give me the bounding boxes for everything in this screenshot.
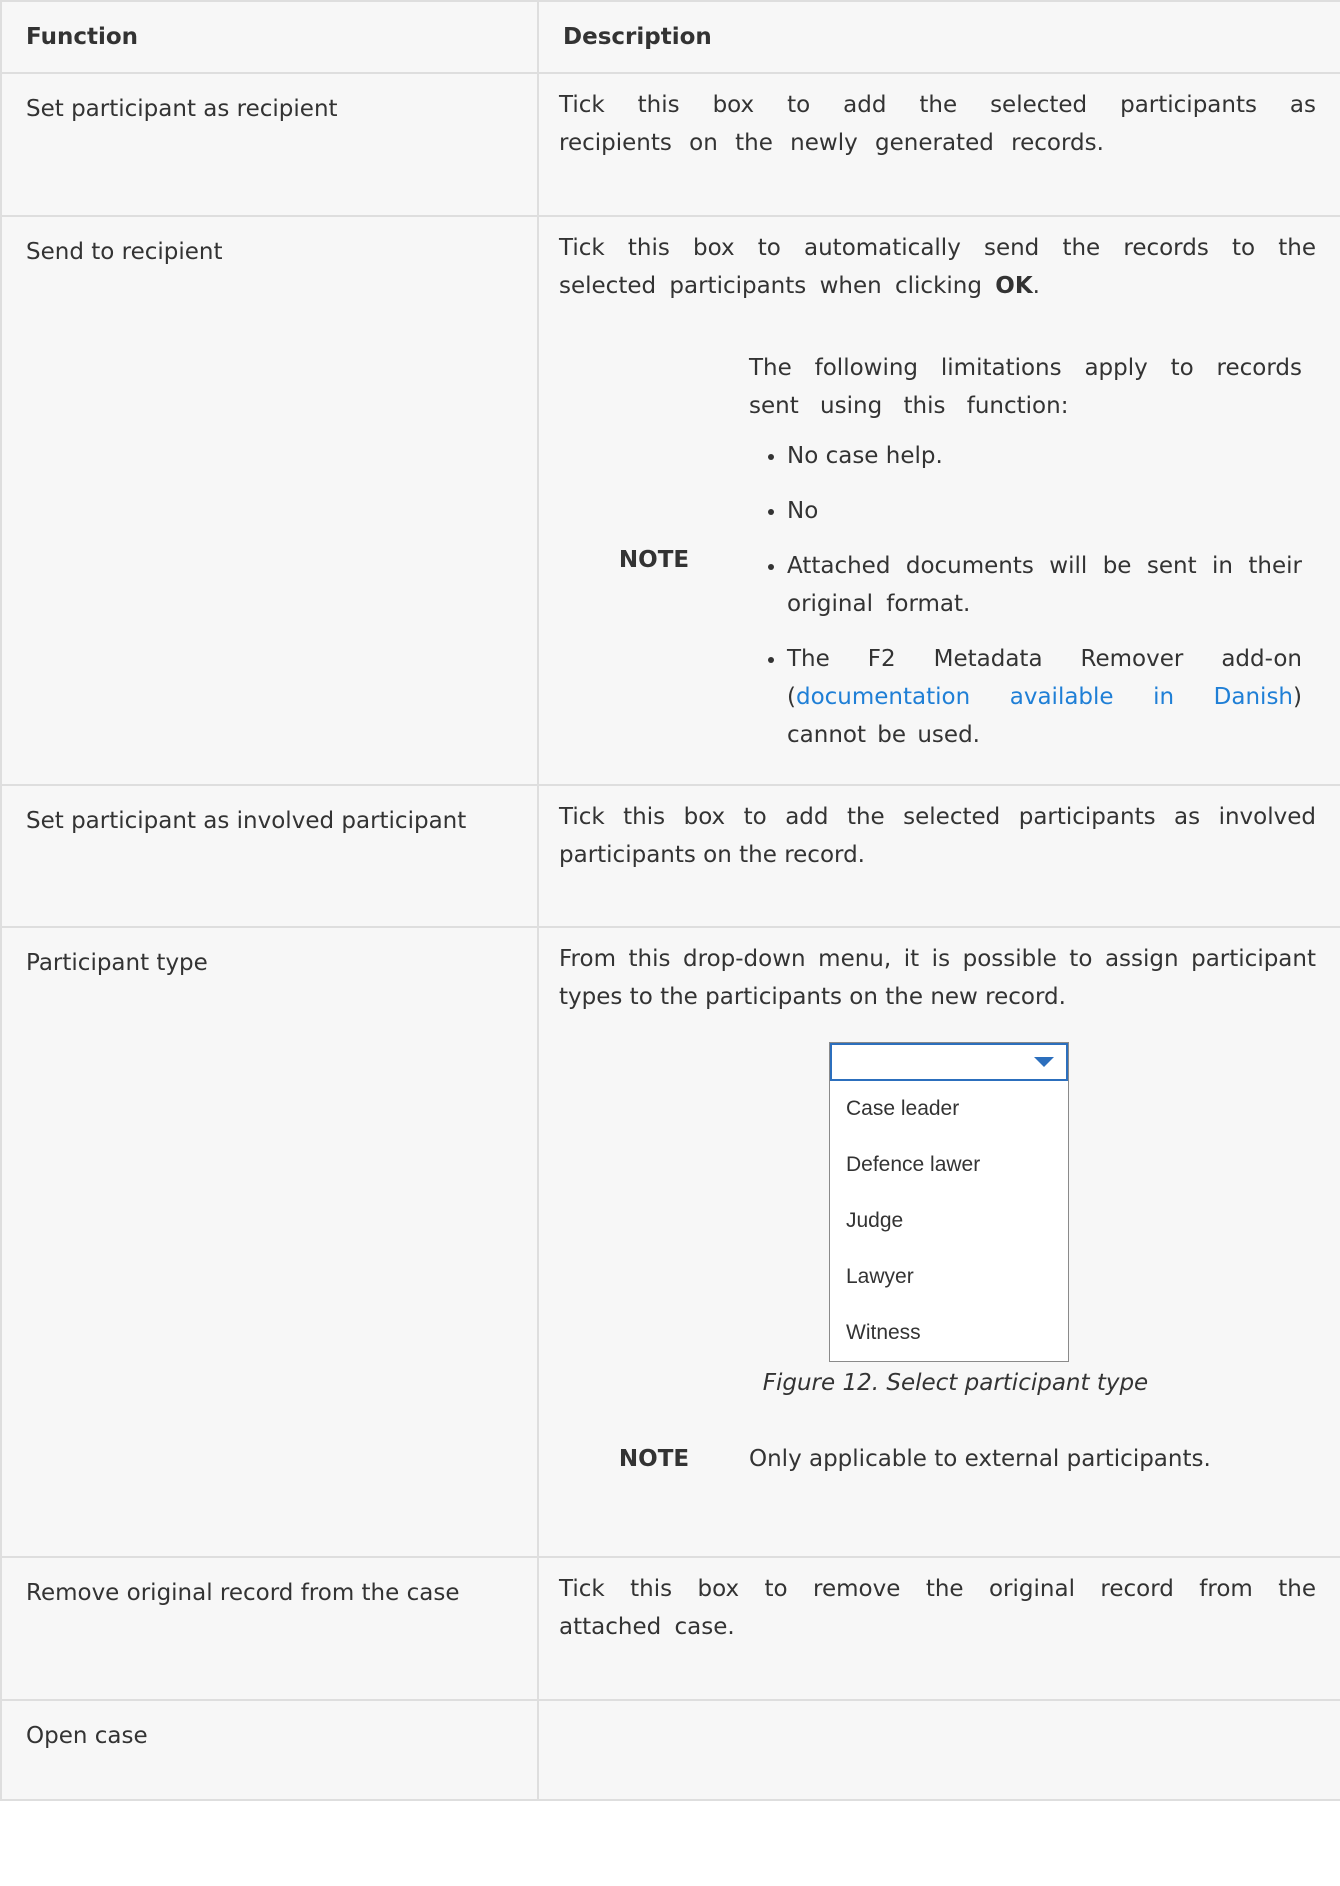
- table-row: Set participant as involved participant …: [0, 784, 1340, 928]
- participant-type-dropdown: Case leader Defence lawer Judge Lawyer W…: [829, 1042, 1069, 1362]
- dropdown-arrow-icon: [1034, 1057, 1054, 1067]
- description-cell: From this drop-down menu, it is possible…: [537, 926, 1340, 1558]
- description-text: Tick this box to automatically send the …: [559, 229, 1316, 305]
- ok-emphasis: OK: [995, 273, 1033, 299]
- table-row: Set participant as recipient Tick this b…: [0, 72, 1340, 217]
- description-text: Tick this box to remove the original rec…: [559, 1576, 1316, 1640]
- description-text-part: Tick this box to automatically send the …: [559, 235, 1316, 299]
- description-cell: Tick this box to remove the original rec…: [537, 1556, 1340, 1701]
- dropdown-option[interactable]: Case leader: [830, 1081, 1068, 1137]
- description-text: Tick this box to add the selected partic…: [559, 92, 1316, 156]
- function-cell: Set participant as recipient: [0, 72, 539, 217]
- limitations-list: No case help. No Attached documents will…: [749, 437, 1302, 754]
- table-row: Participant type From this drop-down men…: [0, 926, 1340, 1558]
- list-item: Attached documents will be sent in their…: [768, 547, 1302, 623]
- description-cell: Tick this box to automatically send the …: [537, 215, 1340, 786]
- note-body: The following limitations apply to recor…: [749, 349, 1316, 771]
- table-header-row: Function Description: [0, 0, 1340, 74]
- participant-type-figure: Case leader Defence lawer Judge Lawyer W…: [829, 1042, 1069, 1362]
- dropdown-option[interactable]: Witness: [830, 1305, 1068, 1361]
- list-item: No: [768, 492, 1302, 530]
- function-cell: Send to recipient: [0, 215, 539, 786]
- description-text-end: .: [1032, 273, 1040, 299]
- description-cell: Tick this box to add the selected partic…: [537, 784, 1340, 928]
- dropdown-option[interactable]: Judge: [830, 1193, 1068, 1249]
- note-box: NOTE The following limitations apply to …: [559, 349, 1316, 771]
- note-label: NOTE: [618, 1446, 690, 1472]
- function-cell: Remove original record from the case: [0, 1556, 539, 1701]
- function-cell: Participant type: [0, 926, 539, 1558]
- dropdown-option[interactable]: Lawyer: [830, 1249, 1068, 1305]
- dropdown-option[interactable]: Defence lawer: [830, 1137, 1068, 1193]
- column-header-function: Function: [0, 0, 539, 74]
- note-text: Only applicable to external participants…: [749, 1446, 1211, 1472]
- description-cell: Tick this box to add the selected partic…: [537, 72, 1340, 217]
- table-row: Open case: [0, 1699, 1340, 1801]
- documentation-link[interactable]: documentation available in Danish: [796, 684, 1293, 710]
- dropdown-select[interactable]: [830, 1043, 1068, 1081]
- description-cell: [537, 1699, 1340, 1801]
- list-item: No case help.: [768, 437, 1302, 475]
- figure-caption: Figure 12. Select participant type: [762, 1370, 1149, 1396]
- column-header-description: Description: [537, 0, 1340, 74]
- description-text: From this drop-down menu, it is possible…: [559, 946, 1316, 1010]
- function-cell: Set participant as involved participant: [0, 784, 539, 928]
- functions-table: Function Description Set participant as …: [0, 0, 1340, 1801]
- table-row: Send to recipient Tick this box to autom…: [0, 215, 1340, 786]
- table-row: Remove original record from the case Tic…: [0, 1556, 1340, 1701]
- description-text: Tick this box to add the selected partic…: [559, 804, 1316, 868]
- note-intro: The following limitations apply to recor…: [749, 355, 1302, 419]
- list-item: The F2 Metadata Remover add-on (document…: [768, 640, 1302, 754]
- function-cell: Open case: [0, 1699, 539, 1801]
- note-label: NOTE: [618, 547, 690, 573]
- note-box: NOTE Only applicable to external partici…: [559, 1440, 1316, 1478]
